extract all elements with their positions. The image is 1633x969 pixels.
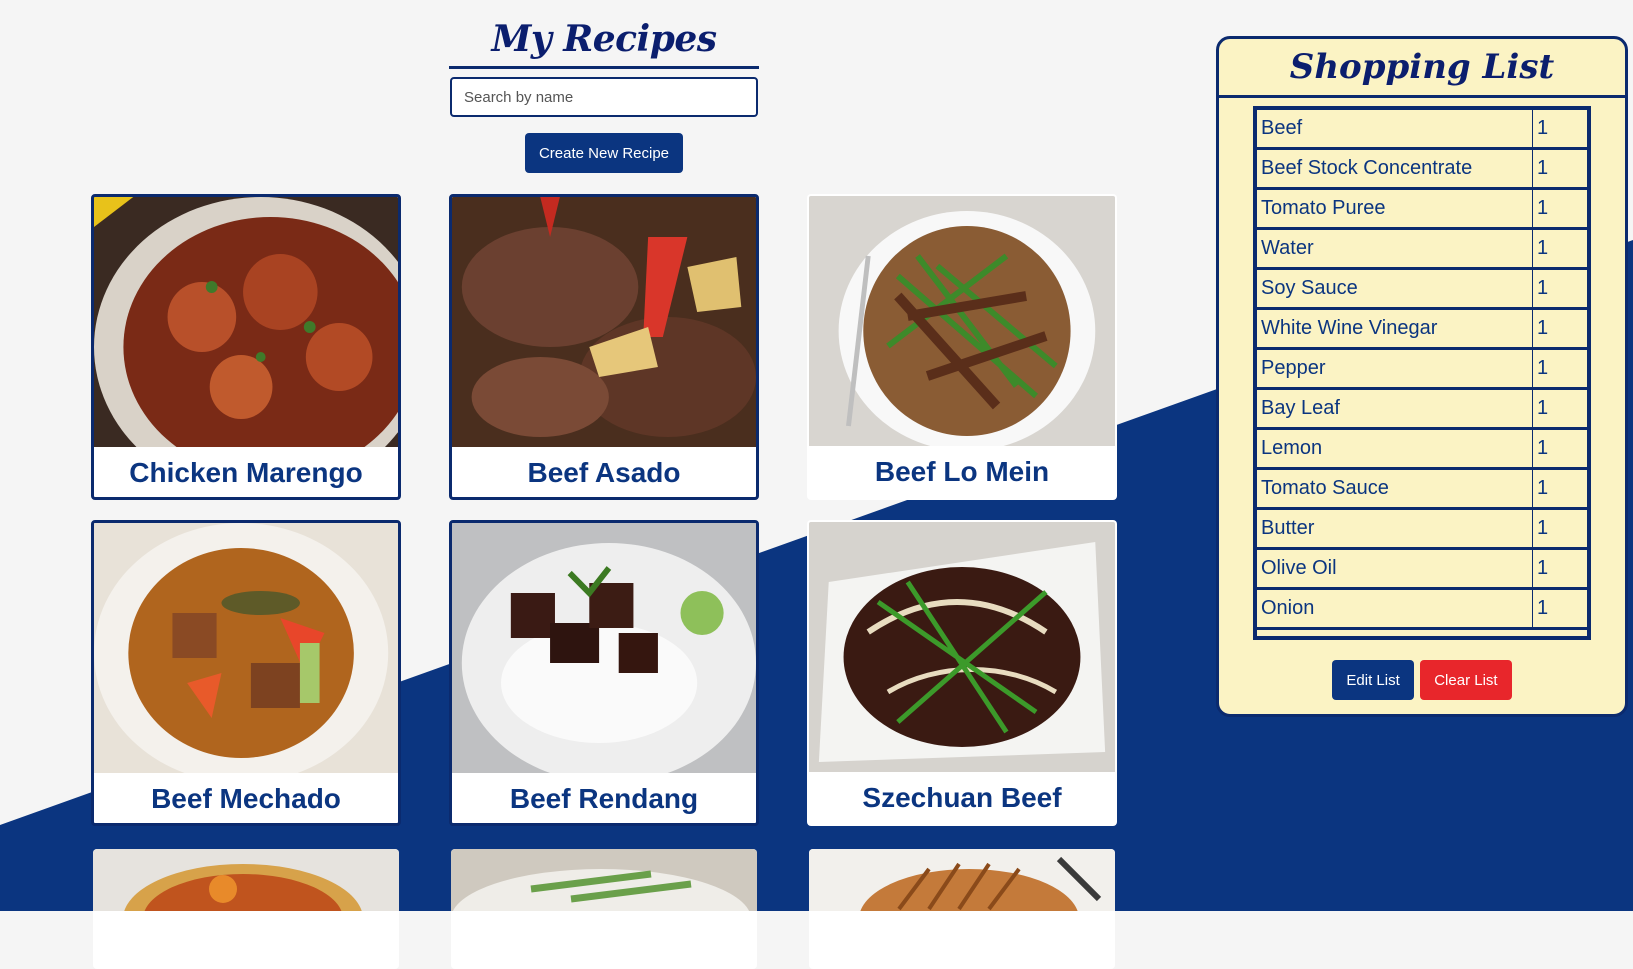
list-item: Butter 1 bbox=[1257, 508, 1587, 550]
list-item: Bay Leaf 1 bbox=[1257, 388, 1587, 430]
list-item: Pepper 1 bbox=[1257, 348, 1587, 390]
recipe-card[interactable]: Beef Rendang bbox=[449, 520, 759, 826]
item-name: Onion bbox=[1257, 588, 1533, 630]
recipe-title[interactable]: Beef Rendang bbox=[452, 773, 756, 823]
item-name: Olive Oil bbox=[1257, 548, 1533, 590]
list-item: Water 1 bbox=[1257, 228, 1587, 270]
list-item: Olive Oil 1 bbox=[1257, 548, 1587, 590]
list-item: Beef Stock Concentrate 1 bbox=[1257, 148, 1587, 190]
list-item: Lemon 1 bbox=[1257, 428, 1587, 470]
edit-list-button[interactable]: Edit List bbox=[1332, 660, 1414, 700]
list-item: Soy Sauce 1 bbox=[1257, 268, 1587, 310]
recipe-title[interactable]: Chicken Marengo bbox=[94, 447, 398, 497]
recipe-image[interactable] bbox=[452, 197, 756, 447]
list-item: White Wine Vinegar 1 bbox=[1257, 308, 1587, 350]
recipe-card[interactable]: Beef Asado bbox=[449, 194, 759, 500]
recipe-title[interactable]: Beef Asado bbox=[452, 447, 756, 497]
item-quantity: 1 bbox=[1532, 110, 1587, 150]
item-name: White Wine Vinegar bbox=[1257, 308, 1533, 350]
recipe-title[interactable]: Szechuan Beef bbox=[809, 772, 1115, 824]
shopping-list-actions: Edit List Clear List bbox=[1219, 660, 1625, 700]
shopping-list-table[interactable]: Beef 1 Beef Stock Concentrate 1 Tomato Puree… bbox=[1253, 106, 1591, 640]
item-name: Butter bbox=[1257, 508, 1533, 550]
item-quantity: 1 bbox=[1532, 268, 1587, 310]
recipe-image[interactable] bbox=[809, 849, 1115, 911]
recipe-image[interactable] bbox=[809, 196, 1115, 446]
recipe-image[interactable] bbox=[809, 522, 1115, 772]
recipe-card[interactable] bbox=[451, 849, 757, 969]
item-name: Beef Stock Concentrate bbox=[1257, 148, 1533, 190]
item-name: Tomato Puree bbox=[1257, 188, 1533, 230]
item-quantity: 1 bbox=[1532, 188, 1587, 230]
recipe-card[interactable]: Szechuan Beef bbox=[807, 520, 1117, 826]
recipe-image[interactable] bbox=[93, 849, 399, 911]
item-quantity: 1 bbox=[1532, 148, 1587, 190]
recipe-card[interactable] bbox=[809, 849, 1115, 969]
item-name: Lemon bbox=[1257, 428, 1533, 470]
item-quantity: 1 bbox=[1532, 388, 1587, 430]
create-recipe-button[interactable]: Create New Recipe bbox=[524, 133, 684, 173]
item-quantity: 1 bbox=[1532, 588, 1587, 630]
list-item: Onion 1 bbox=[1257, 588, 1587, 630]
recipe-title[interactable]: Beef Lo Mein bbox=[809, 446, 1115, 498]
recipe-card[interactable]: Chicken Marengo bbox=[91, 194, 401, 500]
page-title: My Recipes bbox=[449, 14, 759, 69]
item-quantity: 1 bbox=[1532, 428, 1587, 470]
item-name: Water bbox=[1257, 228, 1533, 270]
item-name: Soy Sauce bbox=[1257, 268, 1533, 310]
recipe-card[interactable]: Beef Mechado bbox=[91, 520, 401, 826]
shopping-list-panel: Shopping List Beef 1 Beef Stock Concentrat… bbox=[1216, 36, 1628, 717]
recipe-image[interactable] bbox=[452, 523, 756, 773]
item-quantity: 1 bbox=[1532, 548, 1587, 590]
search-input[interactable] bbox=[450, 77, 758, 117]
item-quantity: 1 bbox=[1532, 468, 1587, 510]
recipe-title[interactable]: Beef Mechado bbox=[94, 773, 398, 823]
recipe-card[interactable]: Beef Lo Mein bbox=[807, 194, 1117, 500]
item-name: Tomato Sauce bbox=[1257, 468, 1533, 510]
page-header: My Recipes Create New Recipe bbox=[449, 14, 759, 173]
list-item: Tomato Puree 1 bbox=[1257, 188, 1587, 230]
shopping-list-title: Shopping List bbox=[1219, 39, 1625, 98]
item-quantity: 1 bbox=[1532, 308, 1587, 350]
item-name: Pepper bbox=[1257, 348, 1533, 390]
recipe-image[interactable] bbox=[94, 523, 398, 773]
recipe-image[interactable] bbox=[451, 849, 757, 911]
recipe-card[interactable] bbox=[93, 849, 399, 969]
shopping-list-items: Beef 1 Beef Stock Concentrate 1 Tomato Puree… bbox=[1257, 110, 1587, 630]
recipe-image[interactable] bbox=[94, 197, 398, 447]
item-quantity: 1 bbox=[1532, 228, 1587, 270]
item-name: Beef bbox=[1257, 110, 1533, 150]
item-quantity: 1 bbox=[1532, 508, 1587, 550]
item-quantity: 1 bbox=[1532, 348, 1587, 390]
item-name: Bay Leaf bbox=[1257, 388, 1533, 430]
list-item: Tomato Sauce 1 bbox=[1257, 468, 1587, 510]
list-item: Beef 1 bbox=[1257, 110, 1587, 150]
clear-list-button[interactable]: Clear List bbox=[1420, 660, 1512, 700]
